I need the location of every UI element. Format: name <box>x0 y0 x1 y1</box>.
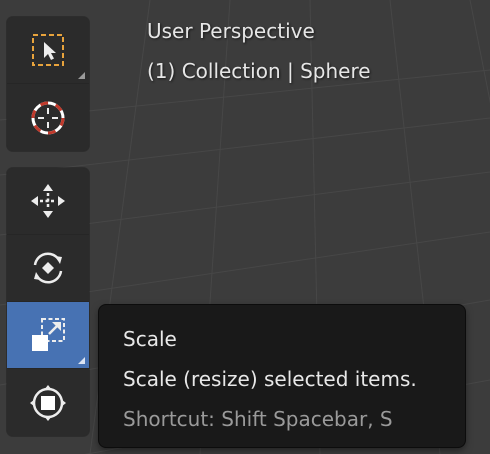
transform-icon <box>28 383 68 423</box>
tool-cursor[interactable] <box>7 84 89 151</box>
cursor-target-icon <box>28 98 68 138</box>
tool-scale[interactable] <box>7 302 89 369</box>
move-icon <box>28 181 68 221</box>
submenu-indicator-icon <box>78 72 85 79</box>
rotate-icon <box>28 248 68 288</box>
tool-tooltip: Scale Scale (resize) selected items. Sho… <box>99 305 465 447</box>
tool-rotate[interactable] <box>7 235 89 302</box>
toolbar-group-select <box>7 17 89 151</box>
tooltip-description: Scale (resize) selected items. <box>123 367 417 391</box>
select-box-icon <box>31 33 65 67</box>
toolbar-group-transform <box>7 168 89 436</box>
view-name-label: User Perspective <box>147 19 315 43</box>
object-info-label: (1) Collection | Sphere <box>147 59 371 83</box>
tool-move[interactable] <box>7 168 89 235</box>
scale-icon <box>28 315 68 355</box>
tooltip-shortcut: Shortcut: Shift Spacebar, S <box>123 407 393 431</box>
tool-select-box[interactable] <box>7 17 89 84</box>
tool-transform[interactable] <box>7 369 89 436</box>
tooltip-title: Scale <box>123 327 177 351</box>
submenu-indicator-icon <box>78 357 85 364</box>
